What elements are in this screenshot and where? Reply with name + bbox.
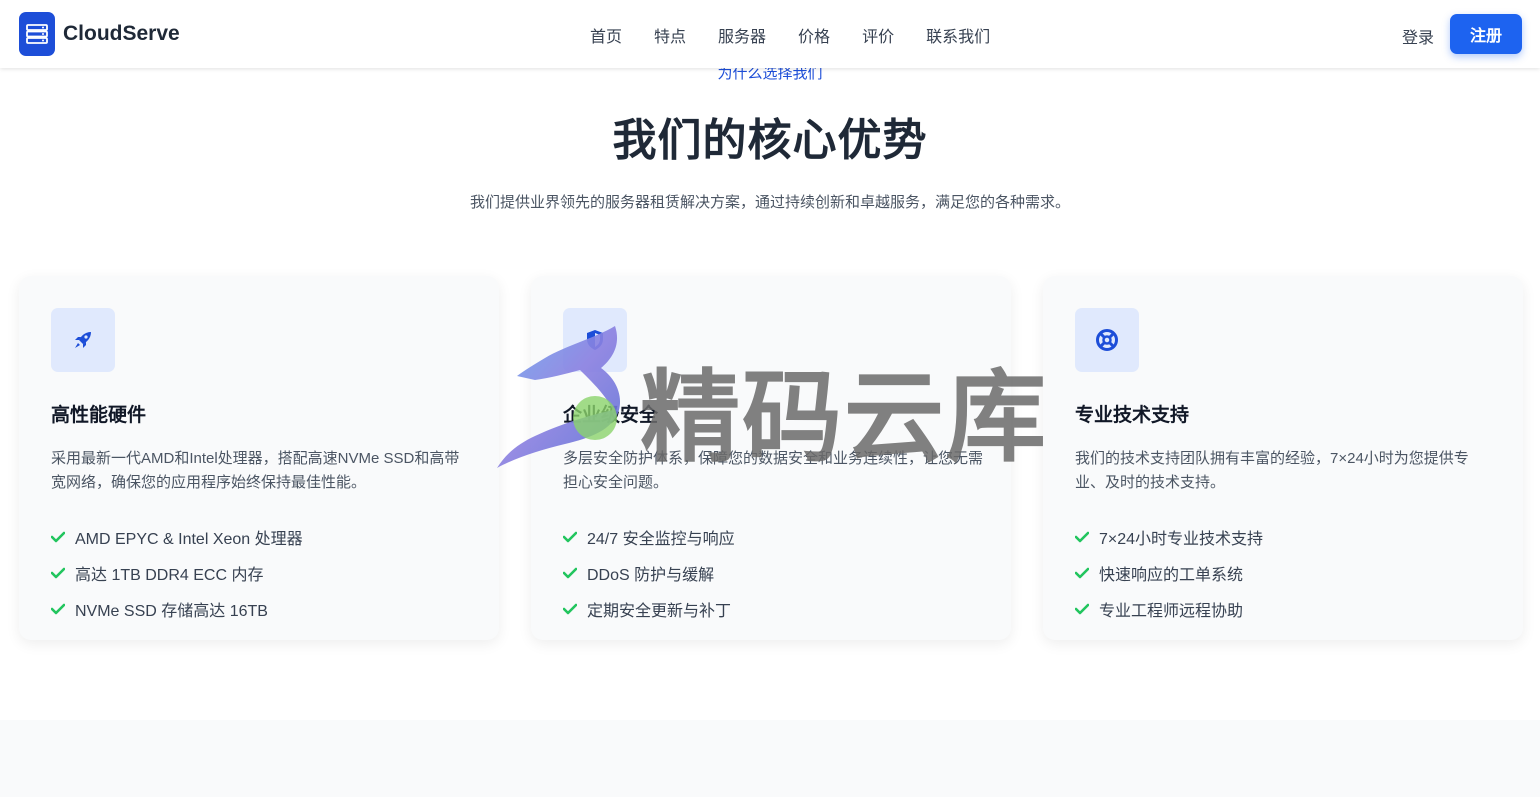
check-icon (563, 567, 577, 579)
feature-text: 高达 1TB DDR4 ECC 内存 (75, 567, 264, 584)
feature-text: 定期安全更新与补丁 (587, 603, 732, 620)
feature-item: 24/7 安全监控与响应 (563, 519, 979, 555)
check-icon (1075, 531, 1089, 543)
feature-text: 快速响应的工单系统 (1099, 567, 1244, 584)
check-icon (51, 567, 65, 579)
register-button[interactable]: 注册 (1450, 14, 1522, 54)
brand-name: CloudServe (63, 22, 180, 45)
nav-item-reviews[interactable]: 评价 (862, 23, 894, 47)
check-icon (1075, 603, 1089, 615)
section-subtitle: 我们提供业界领先的服务器租赁解决方案，通过持续创新和卓越服务，满足您的各种需求。 (469, 194, 1070, 211)
feature-text: NVMe SSD 存储高达 16TB (75, 603, 268, 620)
card-description: 多层安全防护体系，保障您的数据安全和业务连续性，让您无需担心安全问题。 (563, 450, 984, 491)
feature-item: 7×24小时专业技术支持 (1075, 519, 1491, 555)
lifebuoy-icon (1075, 308, 1139, 372)
feature-item: 高达 1TB DDR4 ECC 内存 (51, 555, 467, 591)
nav-item-home[interactable]: 首页 (590, 23, 622, 47)
feature-text: DDoS 防护与缓解 (587, 567, 715, 584)
brand[interactable]: CloudServe (19, 12, 180, 56)
feature-text: 24/7 安全监控与响应 (587, 531, 735, 548)
feature-card-hardware: 高性能硬件 采用最新一代AMD和Intel处理器，搭配高速NVMe SSD和高带… (19, 276, 499, 640)
login-link[interactable]: 登录 (1402, 24, 1434, 48)
card-description: 我们的技术支持团队拥有丰富的经验，7×24小时为您提供专业、及时的技术支持。 (1075, 450, 1469, 491)
feature-text: AMD EPYC & Intel Xeon 处理器 (75, 531, 303, 548)
site-header: CloudServe 首页 特点 服务器 价格 评价 联系我们 登录 注册 (0, 0, 1540, 68)
shield-icon (563, 308, 627, 372)
feature-list: 24/7 安全监控与响应 DDoS 防护与缓解 定期安全更新与补丁 (563, 519, 979, 627)
feature-card-security: 企业级安全 多层安全防护体系，保障您的数据安全和业务连续性，让您无需担心安全问题… (531, 276, 1011, 640)
check-icon (51, 531, 65, 543)
feature-text: 7×24小时专业技术支持 (1099, 531, 1264, 548)
card-description: 采用最新一代AMD和Intel处理器，搭配高速NVMe SSD和高带宽网络，确保… (51, 450, 460, 491)
check-icon (1075, 567, 1089, 579)
card-title: 专业技术支持 (1075, 405, 1190, 426)
card-title: 企业级安全 (563, 405, 659, 426)
feature-item: DDoS 防护与缓解 (563, 555, 979, 591)
check-icon (51, 603, 65, 615)
nav-item-servers[interactable]: 服务器 (718, 23, 766, 47)
check-icon (563, 531, 577, 543)
section-title: 我们的核心优势 (612, 116, 928, 165)
server-icon (19, 12, 55, 56)
main-nav: 首页 特点 服务器 价格 评价 联系我们 (590, 23, 1022, 47)
feature-text: 专业工程师远程协助 (1099, 603, 1244, 620)
nav-item-contact[interactable]: 联系我们 (926, 23, 990, 47)
feature-list: AMD EPYC & Intel Xeon 处理器 高达 1TB DDR4 EC… (51, 519, 467, 627)
feature-item: 定期安全更新与补丁 (563, 591, 979, 627)
feature-item: 专业工程师远程协助 (1075, 591, 1491, 627)
feature-item: NVMe SSD 存储高达 16TB (51, 591, 467, 627)
next-section-band (0, 720, 1540, 797)
nav-item-features[interactable]: 特点 (654, 23, 686, 47)
feature-item: 快速响应的工单系统 (1075, 555, 1491, 591)
feature-item: AMD EPYC & Intel Xeon 处理器 (51, 519, 467, 555)
feature-list: 7×24小时专业技术支持 快速响应的工单系统 专业工程师远程协助 (1075, 519, 1491, 627)
card-title: 高性能硬件 (51, 405, 147, 426)
nav-item-pricing[interactable]: 价格 (798, 23, 830, 47)
check-icon (563, 603, 577, 615)
rocket-icon (51, 308, 115, 372)
feature-card-support: 专业技术支持 我们的技术支持团队拥有丰富的经验，7×24小时为您提供专业、及时的… (1043, 276, 1523, 640)
